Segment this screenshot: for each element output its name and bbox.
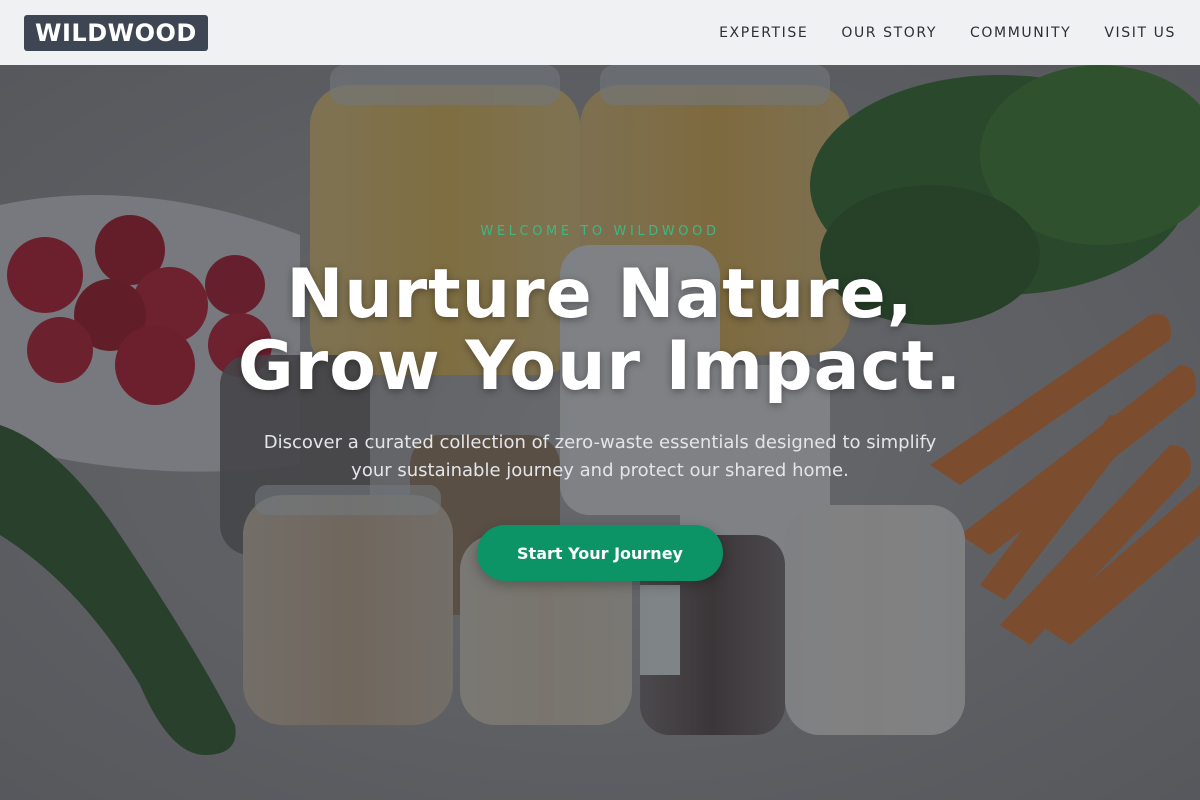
start-journey-button[interactable]: Start Your Journey <box>477 525 723 581</box>
site-header: WILDWOOD EXPERTISE OUR STORY COMMUNITY V… <box>0 0 1200 65</box>
nav-link-expertise[interactable]: EXPERTISE <box>719 25 808 41</box>
hero-headline: Nurture Nature, Grow Your Impact. <box>238 259 962 403</box>
nav-link-visit-us[interactable]: VISIT US <box>1104 25 1176 41</box>
brand-logo[interactable]: WILDWOOD <box>24 14 208 51</box>
hero-eyebrow: WELCOME TO WILDWOOD <box>480 224 720 239</box>
hero-subtext: Discover a curated collection of zero-wa… <box>263 432 937 481</box>
hero-section: WELCOME TO WILDWOOD Nurture Nature, Grow… <box>0 65 1200 800</box>
nav-link-our-story[interactable]: OUR STORY <box>841 25 937 41</box>
nav-link-community[interactable]: COMMUNITY <box>970 25 1071 41</box>
main-nav: EXPERTISE OUR STORY COMMUNITY VISIT US <box>719 25 1176 41</box>
hero-content: WELCOME TO WILDWOOD Nurture Nature, Grow… <box>0 65 1200 800</box>
hero-headline-line-2: Grow Your Impact. <box>237 327 963 406</box>
hero-headline-line-1: Nurture Nature, <box>286 255 914 334</box>
